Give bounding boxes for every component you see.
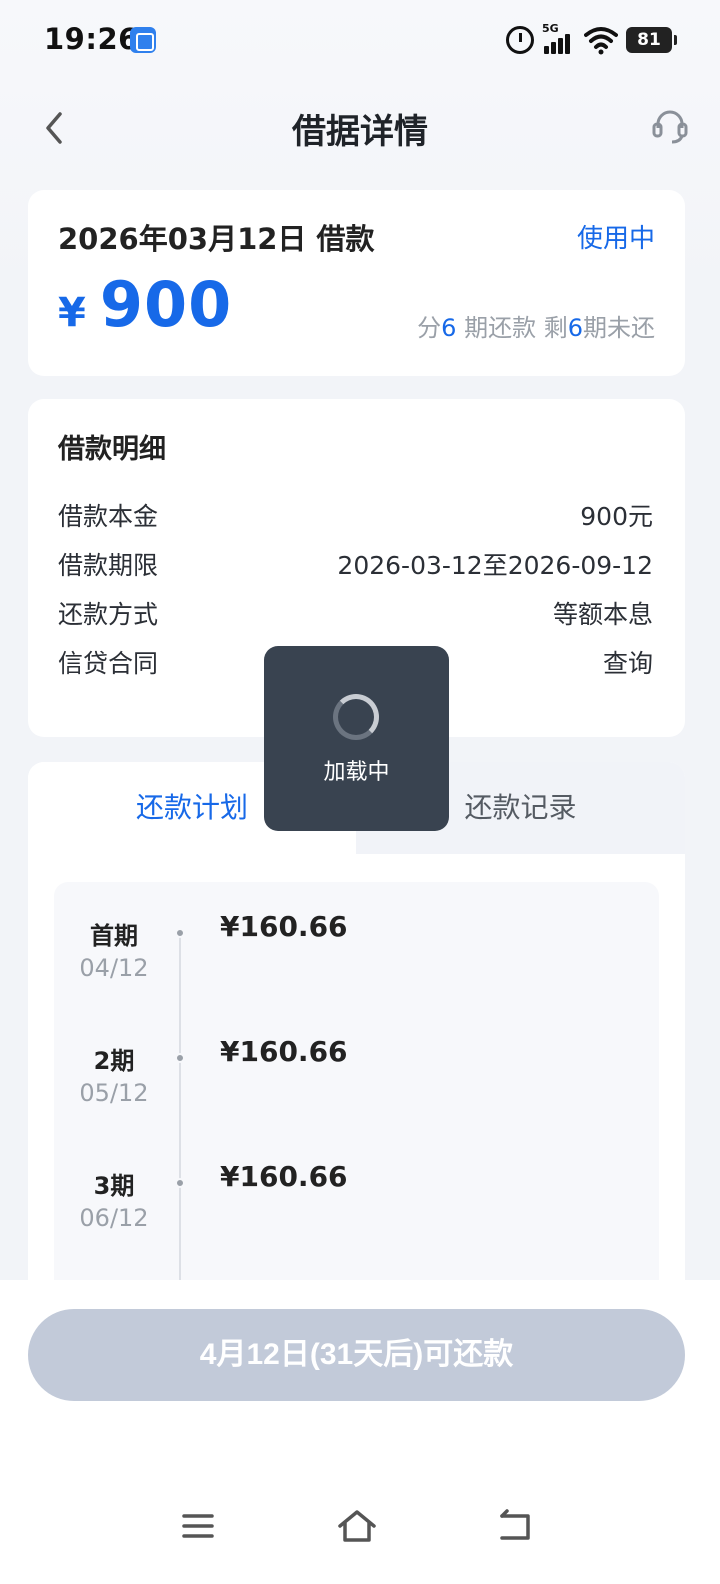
page-title: 借据详情 (292, 112, 428, 152)
loan-status-badge: 使用中 (576, 224, 655, 254)
detail-value: 900元 (580, 502, 653, 531)
detail-row-term: 借款期限 2026-03-12至2026-09-12 (58, 546, 653, 582)
detail-row-repayment-method: 还款方式 等额本息 (58, 595, 653, 631)
period-amount: ¥160.66 (220, 1035, 348, 1068)
total-periods: 6 (441, 314, 457, 342)
network-type: 5G (542, 22, 559, 35)
terms-prefix: 分 (417, 314, 442, 342)
loading-text: 加载中 (323, 760, 390, 785)
period-date: 04/12 (79, 954, 149, 982)
repay-button[interactable]: 4月12日(31天后)可还款 (28, 1309, 685, 1401)
detail-label: 借款本金 (58, 502, 159, 531)
detail-value: 2026-03-12至2026-09-12 (337, 551, 653, 580)
remaining-periods: 6 (567, 314, 583, 342)
back-nav-icon[interactable] (494, 1508, 538, 1544)
signal-icon: 5G (542, 22, 576, 56)
alarm-icon (506, 26, 534, 54)
detail-label: 信贷合同 (58, 649, 159, 678)
wifi-icon (584, 25, 618, 55)
period-amount: ¥160.66 (220, 1160, 348, 1193)
notification-app-icon (130, 27, 156, 53)
terms-suffix: 期未还 (583, 314, 655, 342)
repayment-plan-card: 还款计划 还款记录 首期 04/12 ¥160.66 2期 05/12 ¥160… (28, 762, 685, 1302)
contract-query-link[interactable]: 查询 (603, 644, 653, 680)
currency-symbol: ¥ (58, 290, 86, 336)
loading-toast: 加载中 (264, 646, 449, 831)
detail-label: 借款期限 (58, 551, 159, 580)
loan-amount-value: 900 (99, 268, 233, 341)
timeline-dot (175, 1178, 185, 1188)
repayment-schedule: 首期 04/12 ¥160.66 2期 05/12 ¥160.66 3期 06/… (54, 882, 659, 1302)
home-icon[interactable] (335, 1508, 379, 1544)
header: 借据详情 (0, 90, 720, 166)
page: 19:26 5G 81 借据详情 2026年03月12日 借款 使用中 ¥ 90… (0, 0, 720, 1584)
battery-indicator: 81 (626, 27, 677, 53)
bottom-action-area: 4月12日(31天后)可还款 (0, 1280, 720, 1584)
detail-value: 等额本息 (552, 600, 653, 629)
loading-spinner-icon (333, 694, 379, 740)
detail-label: 还款方式 (58, 600, 159, 629)
system-nav-bar (0, 1490, 720, 1560)
period-amount: ¥160.66 (220, 910, 348, 943)
timeline-dot (175, 1053, 185, 1063)
terms-mid: 期还款 剩 (456, 314, 568, 342)
period-label: 2期 (93, 1047, 135, 1075)
status-icons: 5G 81 (506, 22, 677, 56)
loan-date: 2026年03月12日 借款 (58, 222, 375, 256)
status-bar: 19:26 5G 81 (0, 0, 720, 80)
status-time: 19:26 (44, 22, 139, 56)
period-label: 首期 (90, 922, 138, 950)
timeline-dot (175, 928, 185, 938)
schedule-item: 2期 05/12 ¥160.66 (54, 1035, 659, 1141)
loan-amount: ¥ 900 (58, 268, 232, 341)
loan-terms: 分6 期还款 剩6期未还 (417, 308, 655, 343)
period-label: 3期 (93, 1172, 135, 1200)
customer-service-icon[interactable] (650, 106, 690, 146)
detail-row-principal: 借款本金 900元 (58, 497, 653, 533)
loan-summary-card: 2026年03月12日 借款 使用中 ¥ 900 分6 期还款 剩6期未还 (28, 190, 685, 376)
schedule-item: 3期 06/12 ¥160.66 (54, 1160, 659, 1266)
loan-detail-title: 借款明细 (58, 434, 166, 465)
schedule-item: 首期 04/12 ¥160.66 (54, 910, 659, 1016)
period-date: 06/12 (79, 1204, 149, 1232)
menu-icon[interactable] (176, 1508, 220, 1544)
period-date: 05/12 (79, 1079, 149, 1107)
